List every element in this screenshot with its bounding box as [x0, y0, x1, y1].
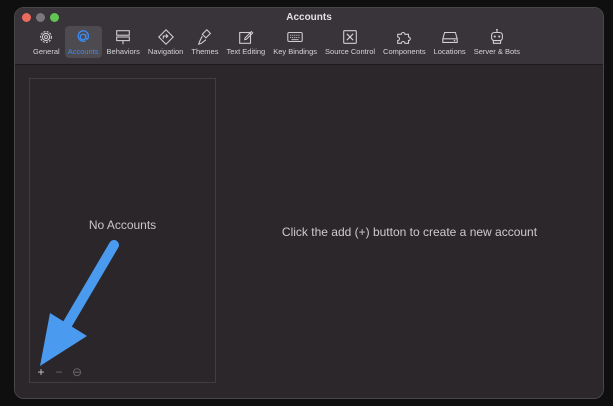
tab-source-control[interactable]: Source Control: [322, 26, 378, 58]
source-control-icon: [343, 30, 357, 44]
tab-server-bots[interactable]: Server & Bots: [471, 26, 523, 58]
keyboard-icon: [287, 31, 303, 43]
accounts-list[interactable]: No Accounts + − ⊖: [29, 78, 216, 383]
gear-icon: [40, 31, 53, 43]
tab-themes[interactable]: Themes: [188, 26, 221, 58]
tab-components[interactable]: Components: [380, 26, 429, 58]
tab-locations[interactable]: Locations: [431, 26, 469, 58]
add-account-button[interactable]: +: [34, 365, 48, 379]
tab-label: Components: [383, 47, 426, 56]
tab-label: Key Bindings: [273, 47, 318, 56]
tab-text-editing[interactable]: Text Editing: [223, 26, 268, 58]
pencil-square-icon: [239, 30, 254, 44]
add-account-hint: Click the add (+) button to create a new…: [281, 225, 538, 239]
tab-behaviors[interactable]: Behaviors: [104, 26, 143, 58]
tab-navigation[interactable]: Navigation: [145, 26, 186, 58]
tab-label: General: [33, 47, 60, 56]
account-options-button[interactable]: ⊖: [70, 365, 84, 379]
preferences-toolbar: General Accounts Behaviors Navigation Th…: [30, 26, 525, 58]
tab-key-bindings[interactable]: Key Bindings: [270, 26, 320, 58]
behaviors-icon: [116, 30, 131, 45]
tab-label: Source Control: [325, 47, 376, 56]
accounts-pane: No Accounts + − ⊖ Click the add (+) butt…: [15, 65, 603, 398]
robot-icon: [490, 28, 503, 44]
tab-label: Locations: [433, 47, 466, 56]
puzzle-icon: [397, 31, 412, 44]
navigation-icon: [157, 29, 174, 45]
tab-label: Behaviors: [106, 47, 140, 56]
tab-accounts[interactable]: Accounts: [64, 26, 102, 58]
remove-account-button[interactable]: −: [52, 365, 66, 379]
list-controls: + − ⊖: [34, 365, 88, 379]
tab-label: Server & Bots: [473, 47, 520, 56]
no-accounts-label: No Accounts: [88, 218, 157, 232]
window-title: Accounts: [286, 12, 332, 23]
drive-icon: [441, 31, 458, 43]
at-sign-icon: [77, 30, 90, 42]
tab-label: Navigation: [147, 47, 184, 56]
preferences-window: Accounts General Accounts Behaviors Navi…: [14, 7, 604, 399]
tab-label: Accounts: [67, 47, 99, 56]
tab-general[interactable]: General: [30, 26, 63, 58]
tab-label: Themes: [191, 47, 219, 56]
brush-icon: [197, 29, 212, 46]
tab-label: Text Editing: [226, 47, 266, 56]
titlebar: Accounts General Accounts Behaviors Navi…: [15, 8, 603, 65]
